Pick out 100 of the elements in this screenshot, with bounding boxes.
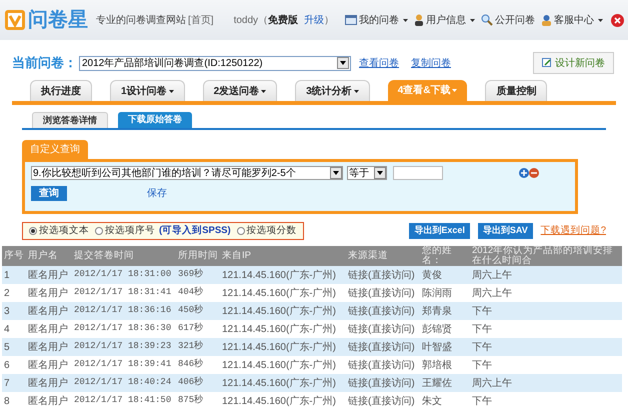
table-cell: 匿名用户	[26, 284, 72, 302]
nav-tab[interactable]: 质量控制	[485, 80, 548, 101]
nav-menu-item[interactable]: 客服中心	[541, 12, 603, 28]
table-cell: 2012/1/17 18:40:24	[72, 374, 176, 392]
sub-tab[interactable]: 浏览答卷详情	[32, 112, 108, 128]
table-cell: 2	[2, 284, 26, 302]
table-cell: 叶智盛	[420, 338, 470, 356]
logo-icon	[4, 9, 26, 31]
column-header: 来源渠道	[346, 246, 420, 266]
export-button[interactable]: 导出到SAV	[478, 223, 533, 239]
search-button[interactable]: 查询	[31, 186, 67, 201]
table-cell: 匿名用户	[26, 302, 72, 320]
table-cell: 匿名用户	[26, 356, 72, 374]
nav-menu-item[interactable]: 公开问卷	[481, 12, 535, 28]
home-link[interactable]: [首页]	[188, 12, 214, 28]
table-cell: 6	[2, 356, 26, 374]
add-icon[interactable]	[519, 168, 529, 178]
edition-label: 免费版	[268, 14, 298, 28]
table-cell: 下午	[470, 338, 622, 356]
export-button[interactable]: 导出到Excel	[409, 223, 470, 239]
logo-text: 问卷星	[28, 10, 88, 30]
table-cell: 朱文	[420, 392, 470, 410]
table-cell: 121.14.45.160(广东-广州)	[220, 320, 346, 338]
close-button[interactable]	[611, 14, 624, 26]
search-icon	[481, 14, 493, 26]
user-icon	[414, 14, 424, 26]
nav-tab[interactable]: 3统计分析	[295, 80, 370, 101]
table-cell: 链接(直接访问)	[346, 356, 420, 374]
table-cell: 链接(直接访问)	[346, 374, 420, 392]
nav-tab[interactable]: 1设计问卷	[110, 80, 185, 101]
survey-link[interactable]: 查看问卷	[359, 56, 399, 70]
remove-icon[interactable]	[529, 168, 539, 178]
user-suffix: ）	[324, 14, 334, 28]
column-header: 用户名	[26, 246, 72, 266]
table-cell: 周六上午	[470, 374, 622, 392]
table-cell: 匿名用户	[26, 338, 72, 356]
table-cell: 2012/1/17 18:36:16	[72, 302, 176, 320]
radio-button[interactable]	[29, 227, 37, 235]
table-cell: 369秒	[176, 266, 220, 284]
radio-option[interactable]: 按选项序号 (可导入到SPSS)	[95, 224, 231, 238]
table-cell: 下午	[470, 320, 622, 338]
survey-link[interactable]: 复制问卷	[411, 56, 451, 70]
help-link[interactable]: 下载遇到问题?	[540, 224, 606, 238]
table-cell: 链接(直接访问)	[346, 266, 420, 284]
table-cell: 2012/1/17 18:39:23	[72, 338, 176, 356]
column-header: 序号	[2, 246, 26, 266]
value-input[interactable]	[393, 166, 443, 180]
survey-select[interactable]: 2012年产品部培训问卷调查(ID:1250122)	[79, 56, 351, 70]
table-cell: 匿名用户	[26, 266, 72, 284]
table-cell: 链接(直接访问)	[346, 302, 420, 320]
radio-option[interactable]: 按选项文本	[29, 224, 89, 238]
table-cell: 郭培根	[420, 356, 470, 374]
table-cell: 链接(直接访问)	[346, 320, 420, 338]
table-cell: 450秒	[176, 302, 220, 320]
upgrade-link[interactable]: 升级	[304, 12, 324, 28]
operator-select[interactable]: 等于	[347, 166, 387, 180]
design-new-survey-button[interactable]: 设计新问卷	[533, 52, 614, 74]
close-icon	[614, 16, 621, 24]
nav-tab[interactable]: 执行进度	[30, 80, 92, 101]
table-cell: 匿名用户	[26, 392, 72, 410]
table-cell: 周六上午	[470, 284, 622, 302]
table-cell: 2012/1/17 18:31:41	[72, 284, 176, 302]
table-cell: 链接(直接访问)	[346, 338, 420, 356]
table-cell: 2012/1/17 18:31:00	[72, 266, 176, 284]
table-cell: 下午	[470, 356, 622, 374]
table-cell: 617秒	[176, 320, 220, 338]
table-cell: 2012/1/17 18:39:41	[72, 356, 176, 374]
save-link[interactable]: 保存	[147, 186, 167, 201]
edit-icon	[542, 58, 552, 68]
table-cell: 周六上午	[470, 266, 622, 284]
table-cell: 5	[2, 338, 26, 356]
radio-option[interactable]: 按选项分数	[236, 224, 297, 238]
table-cell: 121.14.45.160(广东-广州)	[220, 374, 346, 392]
table-cell: 404秒	[176, 284, 220, 302]
column-header: 所用时间	[176, 246, 220, 266]
current-survey-label: 当前问卷：	[12, 54, 77, 72]
table-cell: 黄俊	[420, 266, 470, 284]
table-cell: 链接(直接访问)	[346, 284, 420, 302]
table-cell: 121.14.45.160(广东-广州)	[220, 302, 346, 320]
table-cell: 2012/1/17 18:41:50	[72, 392, 176, 410]
table-cell: 彭锦贤	[420, 320, 470, 338]
sub-tab[interactable]: 下载原始答卷	[118, 112, 192, 128]
question-select[interactable]: 9.你比较想听到公司其他部门谁的培训？请尽可能罗列2-5个	[31, 166, 343, 180]
table-cell: 846秒	[176, 356, 220, 374]
table-cell: 4	[2, 320, 26, 338]
window-icon	[345, 15, 357, 25]
radio-button[interactable]	[95, 227, 103, 235]
table-cell: 121.14.45.160(广东-广州)	[220, 392, 346, 410]
table-cell: 匿名用户	[26, 320, 72, 338]
table-cell: 321秒	[176, 338, 220, 356]
table-cell: 王耀佐	[420, 374, 470, 392]
table-cell: 2012/1/17 18:36:30	[72, 320, 176, 338]
table-cell: 7	[2, 374, 26, 392]
radio-button[interactable]	[236, 227, 245, 235]
nav-tab[interactable]: 2发送问卷	[202, 80, 278, 101]
table-cell: 链接(直接访问)	[346, 392, 420, 410]
nav-menu-item[interactable]: 用户信息	[414, 12, 475, 28]
table-cell: 下午	[470, 302, 622, 320]
nav-menu-item[interactable]: 我的问卷	[345, 12, 408, 28]
column-header: 提交答卷时间	[72, 246, 176, 266]
